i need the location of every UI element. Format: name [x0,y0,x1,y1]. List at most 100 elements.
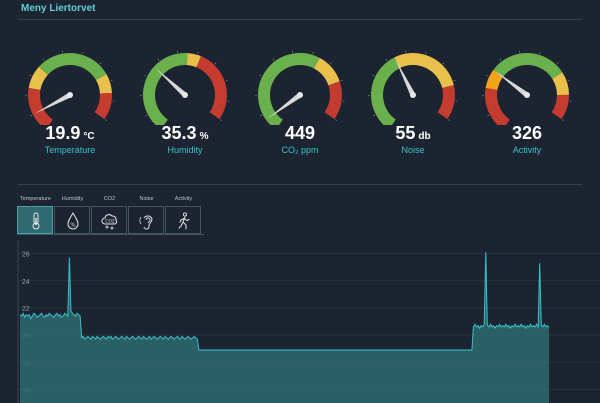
humidity-drop-icon: % [67,212,79,230]
tab-humidity-label: Humidity [61,196,84,202]
gauge-co2-value-row: 449 [245,123,355,144]
gauge-band [324,81,342,120]
gauge-tick [29,75,32,77]
gauge-humidity-label: Humidity [167,145,203,155]
gauge-humidity-value: 35.3 [161,123,197,143]
y-tick-label: 22 [22,306,30,313]
tabs-underline [17,234,204,235]
gauge-tick [567,80,570,82]
gauge-band [38,53,107,81]
gauge-band [493,53,563,80]
tab-co2[interactable]: CO2 CO2 [91,196,128,236]
thermometer-icon [32,212,40,230]
gauge-temperature-label: Temperature [44,145,96,155]
tab-activity-label: Activity [174,196,193,202]
gauge-noise-unit: db [418,131,431,142]
gauge-band [95,74,112,94]
gauge-tick [453,80,456,82]
tab-temperature-label: Temperature [20,196,51,202]
gauge-tick [30,114,33,117]
gauge-tick [425,51,427,54]
walking-person-icon [178,212,190,230]
header-divider [18,19,582,20]
gauge-co2-value: 449 [284,123,316,143]
tab-temperature[interactable]: Temperature [17,196,54,236]
gauge-tick [448,119,451,122]
gauge-humidity-unit: % [199,131,209,142]
temperature-area [20,252,549,403]
gauge-activity-value: 326 [511,123,543,143]
gauge-band [485,69,504,91]
gauge-activity-dial [482,50,572,125]
gauge-tick [225,80,228,82]
gauge-band [394,53,454,89]
gauge-hub [67,92,73,98]
ear-icon [139,215,153,230]
gauge-hub [182,92,188,98]
svg-text:%: % [70,223,75,229]
gauge-tick [214,62,217,65]
gauge-temperature-unit: °C [83,131,95,142]
gauge-tick [82,51,84,54]
temperature-chart: 262422201816 [17,240,600,403]
gauge-band [94,92,112,120]
gauge-noise-value-row: 55 db [358,123,468,144]
gauge-temperature-value-row: 19.9 °C [15,123,125,144]
gauge-tick [157,58,160,61]
section-divider [18,184,582,185]
gauge-band [196,56,227,120]
gauge-tick [373,114,376,117]
gauge-activity-label: Activity [512,145,542,155]
gauge-tick [144,75,147,77]
gauge-tick [562,119,565,122]
gauge-temperature-dial [25,50,115,125]
gauge-humidity-dial [140,50,230,125]
tab-humidity[interactable]: Humidity % [54,196,91,236]
gauge-band [437,85,455,120]
gauge-band [313,57,340,86]
gauge-tick [385,58,388,61]
gauge-tick [145,114,148,117]
gauge-tick [197,51,199,54]
gauge-noise-dial [368,50,458,125]
gauge-band [371,57,401,125]
gauge-band [186,53,202,68]
gauge-tick [340,80,343,82]
gauge-noise-label: Noise [401,145,425,155]
gauge-tick [312,51,314,54]
gauge-tick [329,62,332,65]
gauge-tick [260,114,263,117]
gauge-tick [99,62,102,65]
page-title: Meny Liertorvet [21,3,96,14]
gauge-temperature: 19.9 °C Temperature [15,45,125,175]
gauge-hub [410,92,416,98]
gauge-hub [297,92,303,98]
tab-noise[interactable]: Noise [128,196,165,236]
gauge-tick [442,62,445,65]
co2-cloud-icon: CO2 [101,214,118,230]
gauge-tick [499,58,502,61]
gauge-humidity-value-row: 35.3% [130,123,240,144]
gauge-needle [267,92,302,119]
gauge-tick [372,75,375,77]
gauge-tick [105,119,108,122]
gauge-band [552,72,569,96]
gauge-humidity: 35.3% Humidity [130,45,240,175]
gauge-tick [110,80,113,82]
gauge-hub [524,92,530,98]
gauge-band [551,94,570,120]
gauge-co2-dial [255,50,345,125]
gauge-needle [155,68,187,97]
gauge-band [28,66,48,91]
gauge-activity-value-row: 326 [472,123,582,144]
y-tick-label: 26 [22,252,30,259]
gauge-band [258,53,320,125]
gauge-band [485,87,511,125]
y-tick-label: 24 [22,279,30,286]
tab-co2-label: CO2 [103,196,116,202]
gauge-co2: 449 CO₂ ppm [245,45,355,175]
gauge-temperature-value: 19.9 [45,123,81,143]
gauge-activity: 326 Activity [472,45,582,175]
gauge-tick [259,75,262,77]
tab-activity[interactable]: Activity [165,196,202,236]
